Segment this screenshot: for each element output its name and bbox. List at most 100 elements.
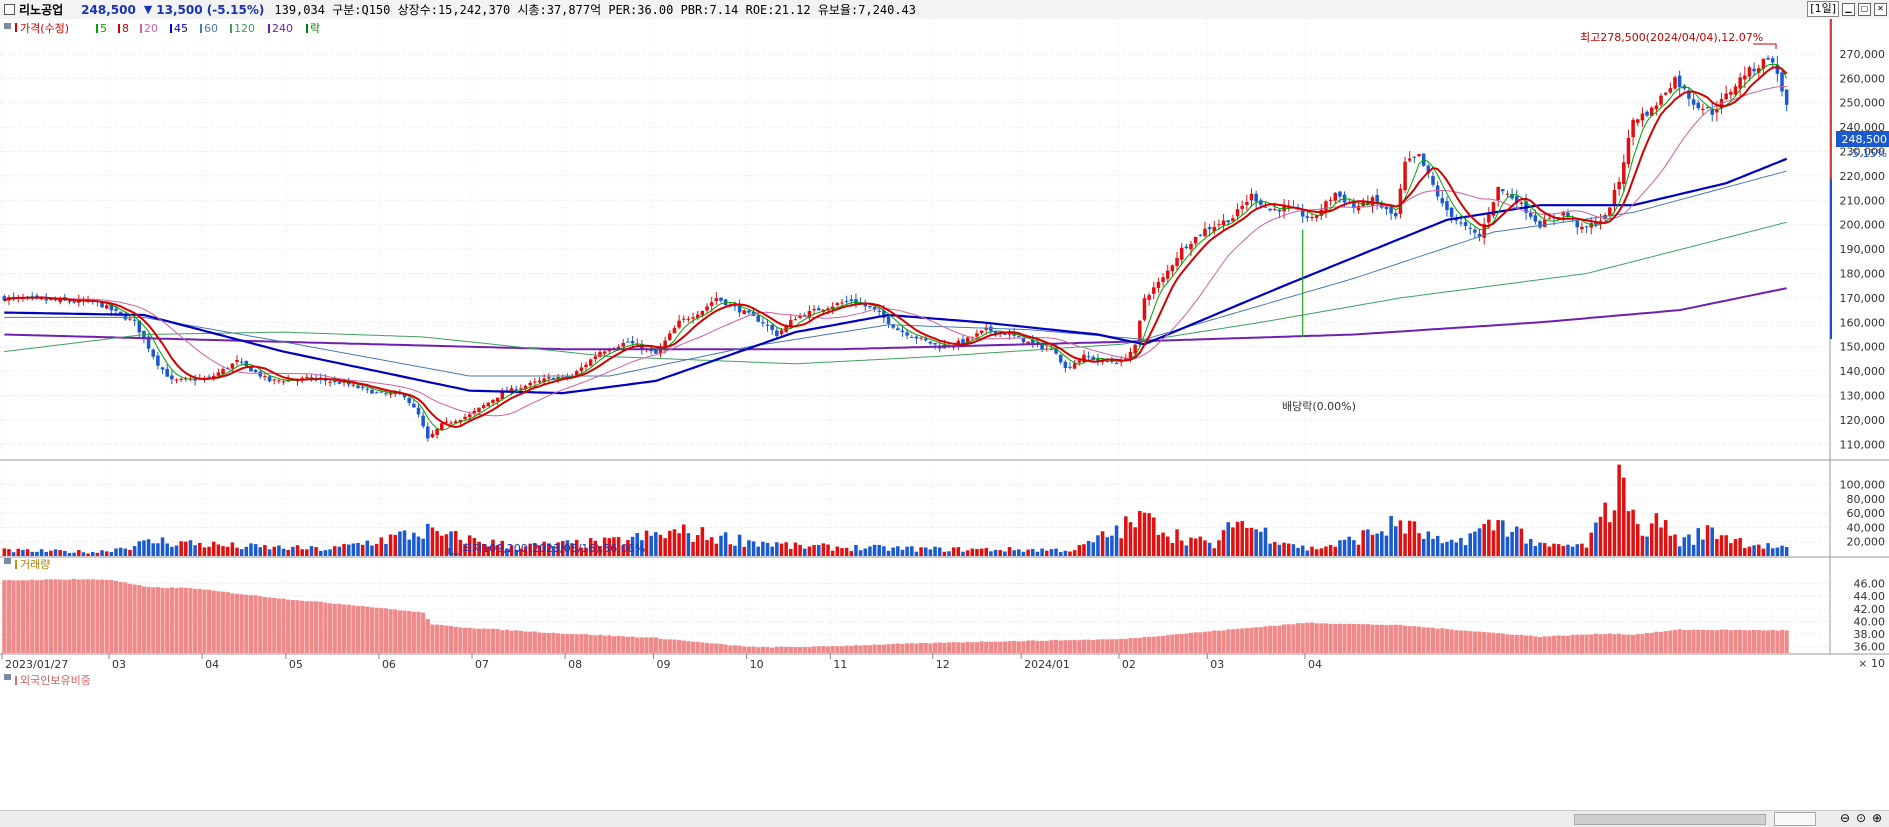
foreign-bar: [81, 579, 86, 653]
scroll-bar[interactable]: ⊖ ⊙ ⊕: [0, 810, 1889, 827]
panel-handle-icon[interactable]: [4, 23, 11, 29]
foreign-bar: [472, 628, 477, 653]
volume-bar: [118, 547, 123, 556]
volume-bar: [444, 534, 449, 556]
foreign-bar: [6, 580, 12, 653]
volume-bar: [314, 547, 318, 556]
volume-bar: [1608, 522, 1612, 556]
volume-bar: [1147, 513, 1151, 556]
foreign-bar: [1584, 634, 1589, 653]
close-icon[interactable]: ✕: [1874, 2, 1887, 16]
volume-bar: [39, 549, 44, 556]
stock-chart[interactable]: 110,000 120,000 130,000 140,000 150,000 160,0…: [0, 19, 1889, 810]
candle: [1026, 341, 1030, 344]
foreign-bar: [560, 633, 565, 653]
candle: [579, 367, 584, 371]
foreign-bar: [323, 602, 328, 653]
volume-bar: [1780, 545, 1784, 556]
foreign-bar: [1491, 632, 1496, 653]
foreign-bar: [1053, 639, 1059, 653]
stock-name: 리노공업: [19, 3, 64, 17]
legend-item: 120: [234, 22, 255, 35]
y-tick-label: 220,000: [1840, 170, 1886, 183]
foreign-bar: [58, 579, 63, 653]
candle: [1152, 287, 1156, 294]
candle: [337, 381, 342, 384]
foreign-bar: [202, 589, 207, 653]
foreign-bar: [542, 632, 547, 653]
candle: [216, 372, 221, 376]
scroll-thumb[interactable]: [1574, 814, 1766, 825]
volume-bar: [332, 546, 337, 556]
x-tick-label: 2023/01/27: [5, 658, 68, 671]
volume-bar: [230, 542, 235, 556]
y-tick-label: 210,000: [1840, 194, 1886, 207]
foreign-bar: [844, 645, 849, 653]
candle: [900, 330, 905, 333]
foreign-bar: [402, 610, 407, 653]
foreign-bar: [1035, 640, 1040, 653]
candle: [1170, 265, 1175, 272]
window-menu-icon[interactable]: [4, 4, 15, 15]
foreign-bar: [690, 641, 696, 653]
candle: [491, 399, 495, 404]
volume-bar: [337, 546, 342, 556]
foreign-bar: [262, 597, 268, 653]
foreign-bar: [1724, 629, 1729, 653]
volume-bar: [1305, 550, 1310, 556]
volume-bar: [1584, 547, 1589, 556]
volume-bar: [1026, 549, 1030, 556]
volume-bar: [1007, 547, 1012, 556]
foreign-bar: [48, 579, 53, 653]
candle: [1412, 156, 1417, 158]
foreign-bar: [1607, 633, 1612, 653]
foreign-bar: [1430, 627, 1436, 653]
minimize-icon[interactable]: ▁: [1842, 2, 1855, 16]
foreign-bar: [416, 611, 421, 653]
candle: [1277, 209, 1282, 212]
zoom-in-icon[interactable]: ⊕: [1872, 811, 1882, 825]
candle: [300, 377, 304, 379]
volume-bar: [1663, 520, 1668, 556]
foreign-bar: [295, 600, 300, 653]
period-button[interactable]: [1일]: [1807, 1, 1839, 17]
volume-bar: [1096, 535, 1100, 556]
volume-bar: [319, 550, 323, 556]
zoom-reset-icon[interactable]: ⊙: [1856, 811, 1866, 825]
candle: [1259, 200, 1263, 205]
x-tick-label: 10: [750, 658, 764, 671]
panel-handle-icon[interactable]: [4, 558, 11, 564]
maximize-icon[interactable]: ▢: [1858, 2, 1871, 16]
foreign-bar: [574, 634, 579, 653]
foreign-bar: [1556, 635, 1561, 653]
candle: [691, 317, 695, 319]
volume-bar: [854, 544, 858, 556]
candle: [244, 360, 249, 367]
zoom-out-icon[interactable]: ⊖: [1840, 811, 1850, 825]
volume-bar: [351, 543, 356, 556]
volume-bar: [295, 545, 300, 556]
candle: [1705, 107, 1710, 109]
volume-bar: [123, 548, 128, 556]
candle: [1142, 298, 1147, 320]
volume-bar: [370, 545, 374, 556]
volume-bar: [323, 550, 328, 556]
volume-bar: [919, 547, 923, 556]
volume-bar: [1124, 516, 1128, 556]
volume-bar: [1682, 537, 1687, 556]
candle: [1496, 186, 1500, 201]
panel-handle-icon[interactable]: [4, 674, 11, 680]
volume-bar: [984, 547, 989, 556]
candle: [1580, 226, 1584, 230]
foreign-bar: [835, 646, 840, 653]
volume-bar: [1501, 520, 1505, 556]
foreign-bar: [1109, 639, 1114, 653]
foreign-bar: [1216, 630, 1222, 653]
range-selector[interactable]: [1774, 812, 1816, 826]
foreign-bar: [1007, 641, 1012, 653]
volume-bar: [821, 543, 826, 556]
foreign-bar: [825, 646, 831, 653]
foreign-bar: [220, 591, 226, 653]
foreign-bar: [1105, 639, 1110, 653]
foreign-bar: [607, 635, 612, 653]
